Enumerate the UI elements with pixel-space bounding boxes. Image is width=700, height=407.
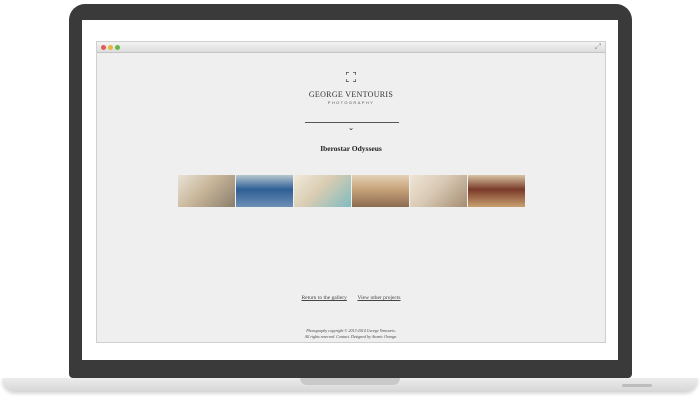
- footer: Photography copyright © 2013-2014 George…: [97, 328, 605, 339]
- gallery-thumbnail[interactable]: [294, 175, 351, 207]
- minimize-window-button[interactable]: [108, 45, 113, 50]
- view-other-projects-link[interactable]: View other projects: [357, 295, 400, 301]
- brand-subtitle: PHOTOGRAPHY: [327, 100, 375, 105]
- gallery-thumbnail[interactable]: [468, 175, 525, 207]
- brand-name[interactable]: GEORGE VENTOURIS: [97, 90, 605, 99]
- close-window-button[interactable]: [101, 45, 106, 50]
- divider-line: [305, 122, 399, 123]
- project-links: Return to the gallery View other project…: [97, 295, 605, 301]
- return-to-gallery-link[interactable]: Return to the gallery: [301, 295, 346, 301]
- gallery-thumbnail[interactable]: [178, 175, 235, 207]
- thumbnail-strip: [178, 175, 525, 207]
- gallery-thumbnail[interactable]: [352, 175, 409, 207]
- laptop-base-notch: [300, 378, 400, 385]
- corner-brackets-icon[interactable]: [346, 72, 356, 82]
- laptop-foot: [622, 384, 652, 387]
- gallery-thumbnail[interactable]: [410, 175, 467, 207]
- fullscreen-icon[interactable]: ⤢: [595, 43, 601, 51]
- chevron-down-icon[interactable]: ⌄: [97, 124, 605, 132]
- browser-titlebar: ⤢: [97, 42, 605, 53]
- gallery-thumbnail[interactable]: [236, 175, 293, 207]
- footer-credits: All rights reserved. Contact. Designed b…: [304, 333, 398, 339]
- maximize-window-button[interactable]: [115, 45, 120, 50]
- project-title: Iberostar Odysseus: [320, 144, 382, 153]
- browser-window: ⤢ GEORGE VENTOURIS PHOTOGRAPHY ⌄ Iberost…: [96, 41, 606, 343]
